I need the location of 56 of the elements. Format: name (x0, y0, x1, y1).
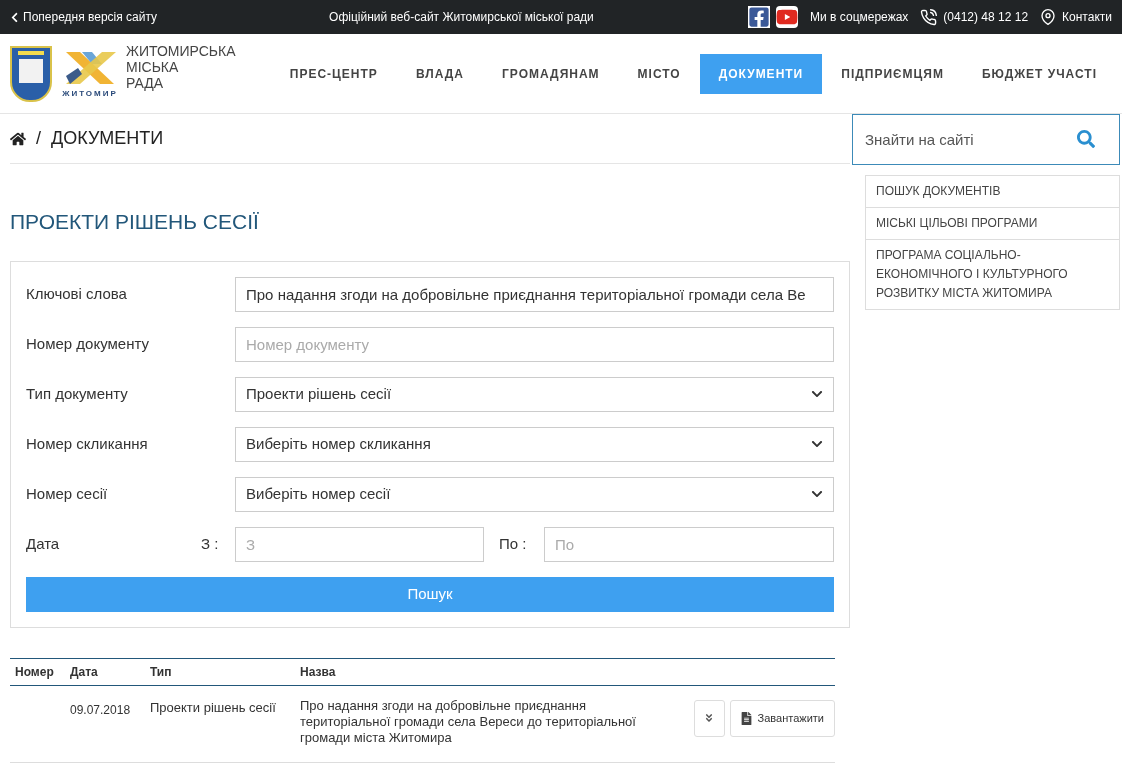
table-cell: 09.07.2018 (70, 702, 131, 717)
council-name: ЖИТОМИРСЬКА МІСЬКА РАДА (126, 43, 236, 91)
download-button[interactable]: Завантажити (729, 699, 835, 737)
field-label: Тип документу (26, 383, 129, 404)
field-label: Номер документу (26, 333, 150, 354)
side-menu-link[interactable]: ПОШУК ДОКУМЕНТІВ (866, 176, 1119, 208)
map-pin-icon (1040, 9, 1057, 25)
breadcrumb-current: ДОКУМЕНТИ (51, 127, 164, 150)
select-field[interactable]: Проекти рішень сесії (235, 376, 834, 412)
site-title: Офіційний веб-сайт Житомирської міської ради (329, 9, 594, 26)
text-field[interactable]: Про надання згоди на добровільне приєднання територіальної громади села Ве (235, 276, 834, 312)
field-label: Номер сесії (26, 483, 109, 504)
side-menu-link[interactable]: ПРОГРАМА СОЦІАЛЬНО-ЕКОНОМІЧНОГО І КУЛЬТУРНОГО РОЗВИТКУ МІСТА ЖИТОМИРА (866, 240, 1119, 309)
nav-link[interactable]: БЮДЖЕТ УЧАСТІ (962, 53, 1116, 94)
column-header: Назва (300, 658, 690, 685)
facebook-icon[interactable] (748, 6, 771, 28)
chevron-down-icon (811, 438, 823, 450)
breadcrumb-separator: / (36, 127, 41, 150)
site-search-field[interactable]: Знайти на сайті (852, 114, 1120, 165)
city-name: ЖИТОМИР (62, 87, 118, 100)
phone-link[interactable]: (0412) 48 12 12 (943, 8, 1029, 26)
table-cell-text: Про надання згоди на добровільне приєднання територіальної громади села Вереси до територіальної громади міста Житомира (300, 697, 637, 746)
column-header: Номер (10, 658, 70, 685)
double-chevron-icon (704, 713, 715, 723)
social-label: Ми в соцмережах (810, 9, 909, 26)
coat-of-arms-icon (10, 45, 52, 102)
select-field[interactable]: Виберіть номер сесії (235, 476, 834, 512)
back-link[interactable]: Попередня версія сайту (10, 8, 158, 26)
date-from-field[interactable]: З (235, 526, 484, 562)
youtube-icon[interactable] (776, 6, 799, 28)
search-icon[interactable] (1077, 130, 1095, 148)
phone-icon (920, 8, 938, 26)
field-label: Ключові слова (26, 283, 128, 304)
chevron-down-icon (811, 388, 823, 400)
nav-link[interactable]: ПІДПРИЄМЦЯМ (822, 53, 963, 94)
field-label: Дата (26, 533, 61, 554)
table-cell: Проекти рішень сесії (150, 699, 276, 715)
home-icon[interactable] (10, 130, 26, 147)
contacts-link[interactable]: Контакти (1062, 8, 1112, 26)
chevron-left-icon (10, 11, 19, 23)
column-header: Тип (150, 658, 300, 685)
nav-link[interactable]: МІСТО (618, 53, 700, 94)
date-to-field[interactable]: По (544, 526, 834, 562)
text-field[interactable]: Номер документу (235, 326, 834, 362)
from-label: З : (201, 533, 220, 554)
nav-link[interactable]: ГРОМАДЯНАМ (483, 53, 619, 94)
to-label: По : (499, 533, 528, 554)
select-field[interactable]: Виберіть номер скликання (235, 426, 834, 462)
nav-link[interactable]: ВЛАДА (396, 53, 483, 94)
column-header: Дата (70, 658, 150, 685)
side-menu-link[interactable]: МІСЬКІ ЦІЛЬОВІ ПРОГРАМИ (866, 208, 1119, 240)
nav-link[interactable]: ПРЕС-ЦЕНТР (270, 53, 397, 94)
page-heading: ПРОЕКТИ РІШЕНЬ СЕСІЇ (10, 209, 260, 235)
field-label: Номер скликання (26, 433, 149, 454)
document-icon (740, 711, 752, 725)
chevron-down-icon (811, 488, 823, 500)
